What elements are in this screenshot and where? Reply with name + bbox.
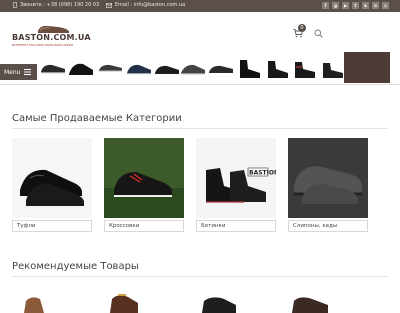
top-bar: Звоните : +38 (098) 190 20 03 Email : in… xyxy=(0,0,400,12)
phone-contact[interactable]: Звоните : +38 (098) 190 20 03 xyxy=(13,2,99,8)
promo-tile[interactable] xyxy=(344,52,390,83)
product-thumbnail-strip xyxy=(0,52,400,85)
strip-shoe-9[interactable] xyxy=(234,55,264,81)
strip-shoe-10[interactable] xyxy=(262,55,292,81)
product-thumb-3[interactable] xyxy=(196,287,266,313)
category-label-sneakers: Кроссовки xyxy=(104,220,184,232)
recommended-divider xyxy=(12,276,388,277)
strip-shoe-7[interactable] xyxy=(178,55,208,81)
svg-text:BASTION: BASTION xyxy=(249,170,276,177)
strip-shoe-11[interactable] xyxy=(290,55,320,81)
twitter-icon[interactable]: t xyxy=(352,2,359,9)
category-label-shoes: Туфли xyxy=(12,220,92,232)
category-card-slipons[interactable]: Слипоны, кеды xyxy=(288,138,368,233)
email-contact[interactable]: Email : info@baston.com.ua xyxy=(106,2,185,8)
category-image-shoes xyxy=(12,138,92,218)
menu-label: Menu xyxy=(4,68,21,76)
phone-text: Звоните : +38 (098) 190 20 03 xyxy=(20,2,100,8)
categories-divider xyxy=(12,128,388,129)
strip-shoe-3[interactable] xyxy=(66,55,96,81)
facebook-icon[interactable]: f xyxy=(322,2,329,9)
site-header: BASTON.COM.UA ИНТЕРНЕТ-МАГАЗИН МУЖСКОЙ О… xyxy=(0,12,400,52)
category-label-slipons: Слипоны, кеды xyxy=(288,220,368,232)
logo-tagline: ИНТЕРНЕТ-МАГАЗИН МУЖСКОЙ ОБУВИ xyxy=(12,43,73,47)
email-text: Email : info@baston.com.ua xyxy=(115,2,186,8)
category-label-boots: Ботинки xyxy=(196,220,276,232)
odnoklassniki-icon[interactable]: о xyxy=(372,2,379,9)
strip-shoe-2[interactable] xyxy=(38,55,68,81)
hamburger-icon xyxy=(24,69,32,75)
search-icon[interactable] xyxy=(313,28,323,38)
category-image-sneakers xyxy=(104,138,184,218)
recommended-title: Рекомендуемые Товары xyxy=(12,261,139,272)
product-thumb-4[interactable] xyxy=(288,287,358,313)
social-links: f g ▶ t в о ◎ xyxy=(322,2,389,9)
category-card-boots[interactable]: BASTION Ботинки xyxy=(196,138,276,233)
category-image-boots: BASTION xyxy=(196,138,276,218)
site-logo[interactable]: BASTON.COM.UA ИНТЕРНЕТ-МАГАЗИН МУЖСКОЙ О… xyxy=(12,22,92,50)
phone-icon xyxy=(13,2,17,8)
strip-shoe-4[interactable] xyxy=(96,55,126,81)
product-thumb-2[interactable] xyxy=(104,287,174,313)
google-plus-icon[interactable]: g xyxy=(332,2,339,9)
category-card-sneakers[interactable]: Кроссовки xyxy=(104,138,184,233)
strip-shoe-5[interactable] xyxy=(124,55,154,81)
cart-count-badge: 0 xyxy=(298,24,306,32)
category-image-slipons xyxy=(288,138,368,218)
strip-shoe-8[interactable] xyxy=(206,55,236,81)
instagram-icon[interactable]: ◎ xyxy=(382,2,389,9)
vk-icon[interactable]: в xyxy=(362,2,369,9)
envelope-icon xyxy=(106,2,112,8)
youtube-icon[interactable]: ▶ xyxy=(342,2,349,9)
logo-brand: BASTON.COM.UA xyxy=(12,33,91,42)
menu-button[interactable]: Menu xyxy=(0,64,37,80)
categories-title: Самые Продаваемые Категории xyxy=(12,113,182,124)
category-card-shoes[interactable]: Туфли xyxy=(12,138,92,233)
product-thumb-1[interactable] xyxy=(14,287,84,313)
